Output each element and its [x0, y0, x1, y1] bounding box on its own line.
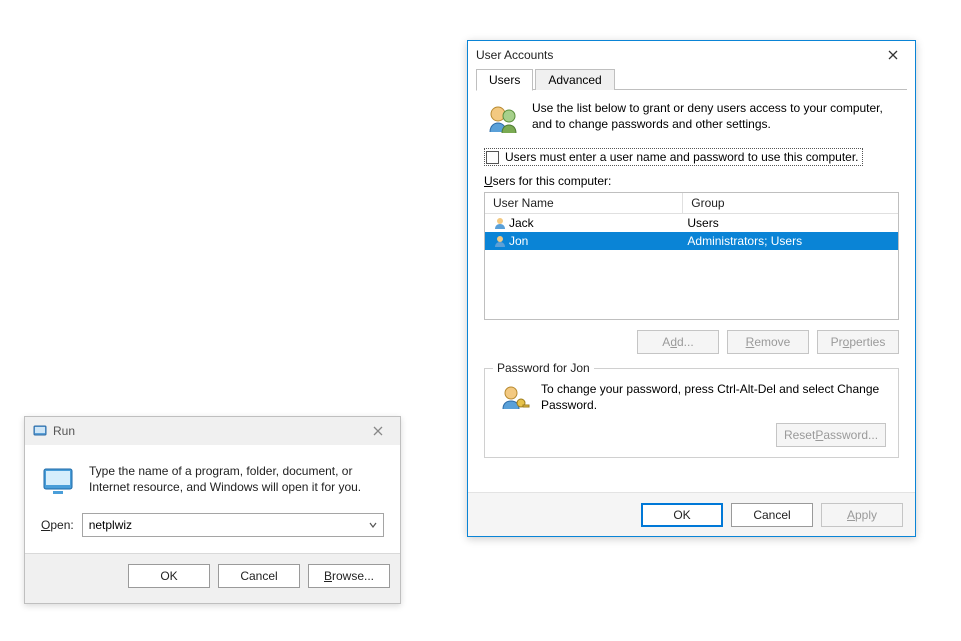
user-accounts-window: User Accounts Users Advanced Use the lis… [467, 40, 916, 537]
reset-password-button[interactable]: Reset Password... [776, 423, 886, 447]
run-title-bar[interactable]: Run [25, 417, 400, 445]
run-large-icon [41, 463, 77, 499]
ua-content: Use the list below to grant or deny user… [468, 90, 915, 492]
cancel-button[interactable]: Cancel [731, 503, 813, 527]
chevron-down-icon[interactable] [367, 519, 379, 531]
tab-advanced[interactable]: Advanced [535, 69, 614, 90]
ua-info-row: Use the list below to grant or deny user… [484, 100, 899, 138]
ua-title-bar[interactable]: User Accounts [468, 41, 915, 69]
run-open-combobox[interactable]: netplwiz [82, 513, 384, 537]
table-row[interactable]: Jon Administrators; Users [485, 232, 898, 250]
col-header-group[interactable]: Group [683, 193, 898, 213]
apply-button[interactable]: Apply [821, 503, 903, 527]
ua-password-legend: Password for Jon [493, 361, 594, 375]
ua-password-group: Password for Jon To change your password… [484, 368, 899, 458]
add-button[interactable]: Add... [637, 330, 719, 354]
run-body: Type the name of a program, folder, docu… [25, 445, 400, 513]
tab-users[interactable]: Users [476, 69, 533, 91]
ua-title: User Accounts [476, 48, 879, 62]
run-open-value: netplwiz [89, 518, 132, 532]
run-open-row: Open: netplwiz [25, 513, 400, 553]
run-cancel-button[interactable]: Cancel [218, 564, 300, 588]
ua-require-login-label: Users must enter a user name and passwor… [505, 150, 859, 164]
ua-footer: OK Cancel Apply [468, 492, 915, 536]
run-open-label: Open: [41, 518, 74, 532]
close-icon[interactable] [364, 420, 392, 442]
ua-tabs: Users Advanced [468, 69, 915, 90]
col-header-username[interactable]: User Name [485, 193, 683, 213]
ua-user-list[interactable]: User Name Group Jack Users Jon Administr… [484, 192, 899, 320]
properties-button[interactable]: Properties [817, 330, 899, 354]
users-icon [484, 100, 522, 138]
user-icon [493, 216, 507, 230]
ok-button[interactable]: OK [641, 503, 723, 527]
run-description: Type the name of a program, folder, docu… [89, 463, 384, 499]
ua-list-header[interactable]: User Name Group [485, 193, 898, 214]
ua-require-login-row[interactable]: Users must enter a user name and passwor… [484, 148, 863, 166]
close-icon[interactable] [879, 44, 907, 66]
ua-list-buttons: Add... Remove Properties [484, 330, 899, 354]
ua-require-login-checkbox[interactable] [486, 151, 499, 164]
remove-button[interactable]: Remove [727, 330, 809, 354]
run-title: Run [53, 424, 364, 438]
run-footer: OK Cancel Browse... [25, 553, 400, 597]
ua-users-for-label: Users for this computer: [484, 174, 899, 188]
run-small-icon [33, 424, 47, 438]
run-ok-button[interactable]: OK [128, 564, 210, 588]
ua-password-text: To change your password, press Ctrl-Alt-… [541, 381, 886, 415]
run-dialog: Run Type the name of a program, folder, … [24, 416, 401, 604]
user-icon [493, 234, 507, 248]
table-row[interactable]: Jack Users [485, 214, 898, 232]
run-browse-button[interactable]: Browse... [308, 564, 390, 588]
ua-info-text: Use the list below to grant or deny user… [532, 100, 899, 138]
key-user-icon [497, 381, 531, 415]
